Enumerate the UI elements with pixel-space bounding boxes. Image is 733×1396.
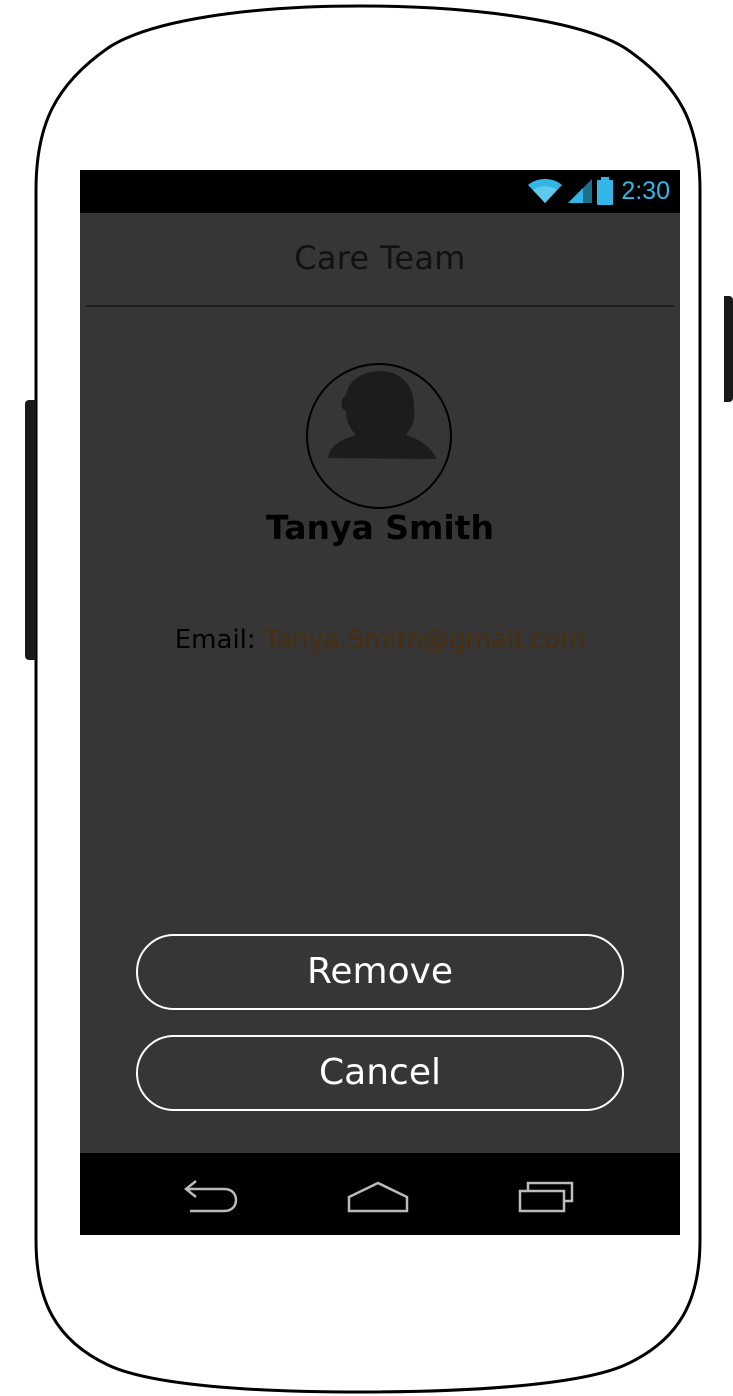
status-time: 2:30 [621,177,670,205]
device-mockup: 2:30 Care Team Tanya Smith Email: Tanya.… [0,0,733,1396]
navigation-bar [80,1153,680,1235]
page-title: Care Team [294,239,466,277]
battery-icon [597,177,614,205]
cancel-button[interactable]: Cancel [136,1035,624,1111]
recent-apps-icon[interactable] [510,1173,580,1217]
email-label: Email: [174,625,256,655]
remove-button[interactable]: Remove [136,934,624,1010]
status-bar: 2:30 [80,170,680,213]
power-key [724,296,733,402]
wifi-icon [528,179,563,203]
contact-name: Tanya Smith [265,508,495,547]
header-divider [86,305,674,307]
phone-screen: 2:30 Care Team Tanya Smith Email: Tanya.… [80,170,680,1235]
volume-key [25,400,36,660]
email-row: Email: Tanya.Smith@gmail.com [80,625,680,655]
email-link[interactable]: Tanya.Smith@gmail.com [264,625,585,655]
back-icon[interactable] [174,1173,244,1217]
avatar [306,363,452,509]
status-icons: 2:30 [527,176,670,206]
home-icon[interactable] [343,1173,413,1217]
signal-icon [568,179,593,203]
header: Care Team [80,213,680,305]
